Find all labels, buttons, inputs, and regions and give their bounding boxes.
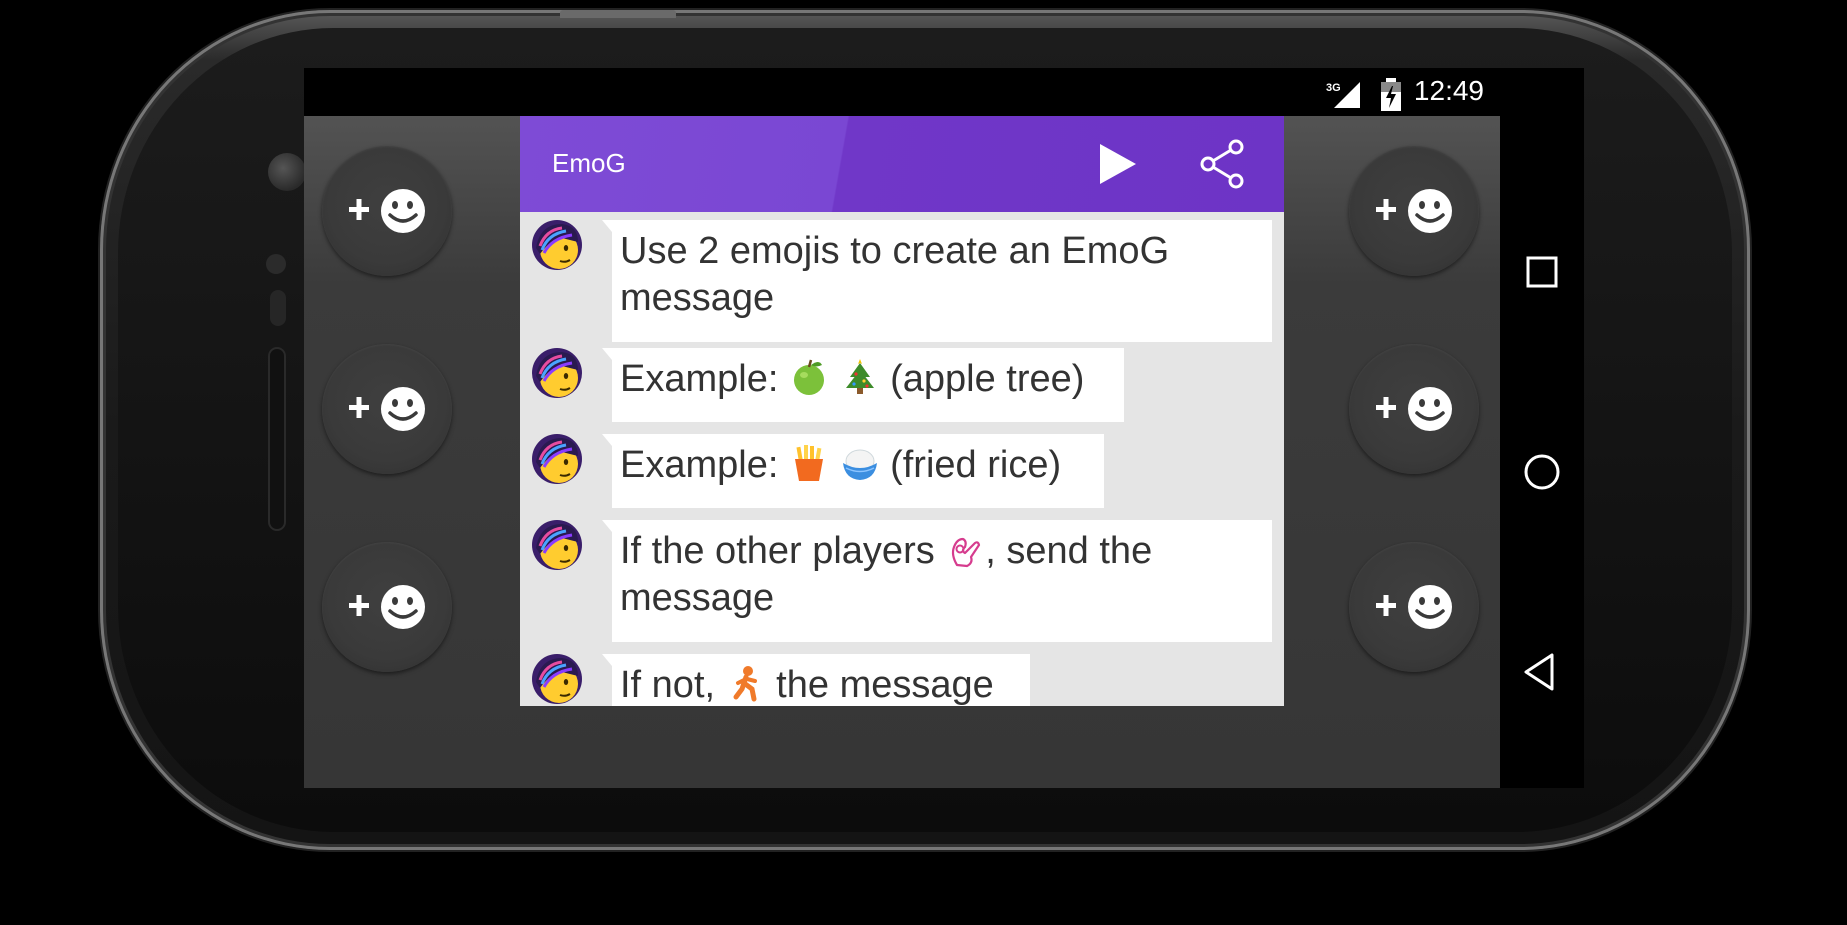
avatar-icon <box>532 348 582 398</box>
light-sensor <box>270 290 286 326</box>
running-person-emoji-icon <box>733 666 757 702</box>
add-emoji-button-left-2[interactable] <box>322 344 452 474</box>
message-prefix: Example: <box>620 444 789 486</box>
battery-icon <box>1381 78 1401 111</box>
signal-icon: 3G <box>1326 82 1360 108</box>
avatar-icon <box>532 434 582 484</box>
share-icon[interactable] <box>1196 138 1248 190</box>
status-bar: 3G 12:49 <box>304 68 1584 116</box>
add-emoji-icon <box>1376 189 1452 233</box>
device-screen: 3G 12:49 EmoG Use 2 emojis to create an … <box>304 68 1584 788</box>
add-emoji-button-right-3[interactable] <box>1349 542 1479 672</box>
home-icon[interactable] <box>1516 446 1568 498</box>
navigation-bar <box>1500 116 1584 788</box>
message-text: Use 2 emojis to create an EmoG message <box>620 230 1170 319</box>
add-emoji-button-left-1[interactable] <box>322 146 452 276</box>
earpiece-speaker <box>268 347 286 531</box>
french-fries-emoji-icon <box>794 445 823 481</box>
svg-text:3G: 3G <box>1326 82 1341 94</box>
clock: 12:49 <box>1413 75 1484 106</box>
message-prefix: If not, <box>620 664 726 706</box>
message-bubble: Example: (fried rice) <box>602 434 1104 508</box>
add-emoji-button-right-1[interactable] <box>1349 146 1479 276</box>
play-icon[interactable] <box>1094 142 1138 186</box>
power-button <box>560 10 676 18</box>
app-title: EmoG <box>552 148 626 178</box>
avatar-icon <box>532 654 582 704</box>
avatar-icon <box>532 220 582 270</box>
cooked-rice-emoji-icon <box>842 449 877 480</box>
message-suffix: (fried rice) <box>879 444 1062 486</box>
message-bubble: If the other players , send the message <box>602 520 1272 642</box>
message-prefix: Example: <box>620 358 789 400</box>
message-bubble: If not, the message <box>602 654 1030 706</box>
proximity-sensor <box>266 254 286 274</box>
avatar-icon <box>532 520 582 570</box>
app-bar: EmoG <box>520 116 1284 212</box>
message-suffix: (apple tree) <box>879 358 1085 400</box>
message-prefix: If the other players <box>620 530 946 572</box>
message-bubble: Example: (apple tree) <box>602 348 1124 422</box>
ok-hand-emoji-icon <box>952 537 981 568</box>
app-panel: EmoG Use 2 emojis to create an EmoG mess… <box>520 116 1284 706</box>
add-emoji-icon <box>1376 387 1452 431</box>
green-apple-emoji-icon <box>793 359 824 395</box>
add-emoji-icon <box>349 585 425 629</box>
add-emoji-icon <box>349 387 425 431</box>
message-bubble: Use 2 emojis to create an EmoG message <box>602 220 1272 342</box>
front-camera <box>268 153 306 191</box>
recents-icon[interactable] <box>1516 246 1568 298</box>
add-emoji-button-left-3[interactable] <box>322 542 452 672</box>
back-icon[interactable] <box>1516 646 1568 698</box>
add-emoji-icon <box>349 189 425 233</box>
message-suffix: the message <box>765 664 994 706</box>
christmas-tree-emoji-icon <box>845 359 874 394</box>
add-emoji-button-right-2[interactable] <box>1349 344 1479 474</box>
add-emoji-icon <box>1376 585 1452 629</box>
